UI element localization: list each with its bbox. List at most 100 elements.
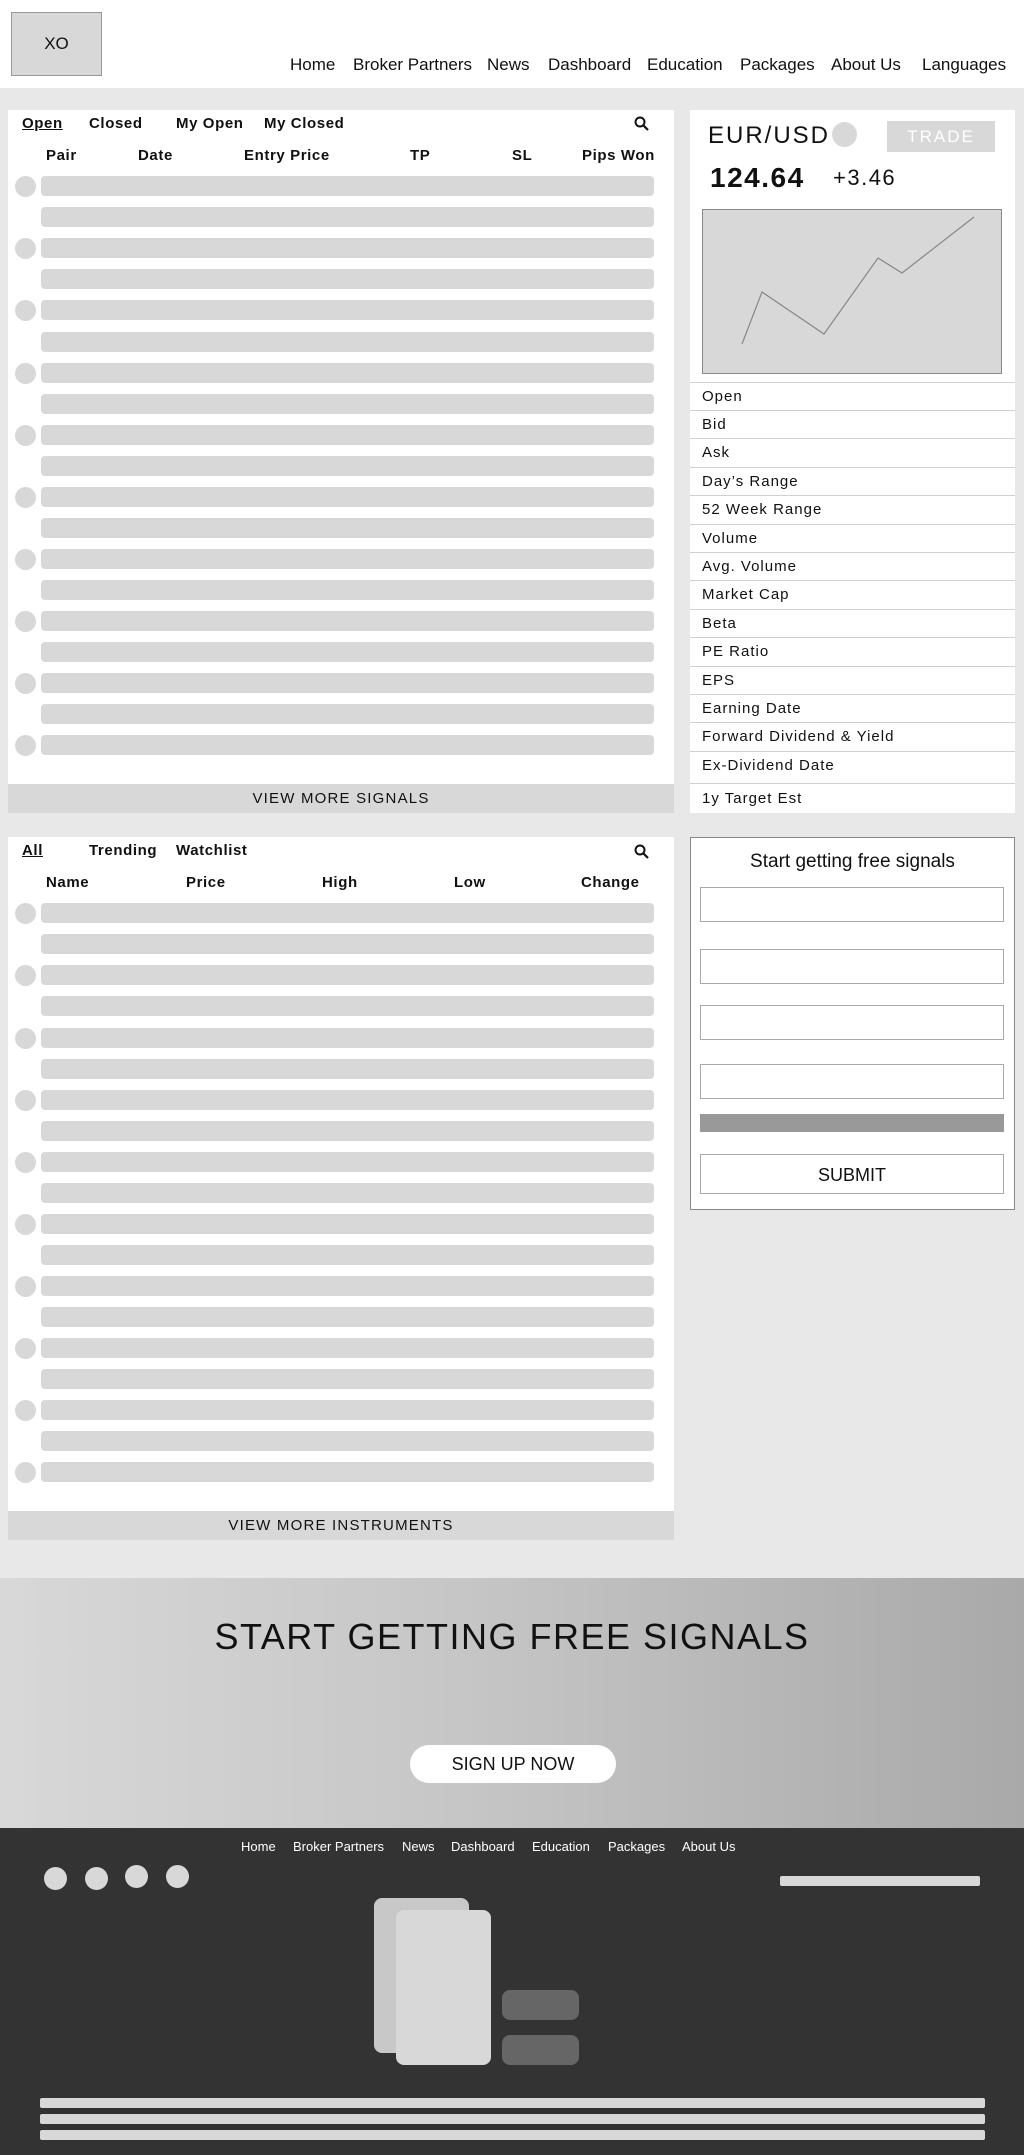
social-icon-4[interactable] bbox=[166, 1865, 189, 1888]
nav-broker-partners[interactable]: Broker Partners bbox=[353, 54, 472, 76]
tab-my-closed[interactable]: My Closed bbox=[264, 115, 344, 133]
table-row[interactable] bbox=[41, 996, 654, 1016]
table-row[interactable] bbox=[41, 1431, 654, 1451]
table-row[interactable] bbox=[41, 580, 654, 600]
form-captcha-bar[interactable] bbox=[700, 1114, 1004, 1132]
table-row[interactable] bbox=[41, 1400, 654, 1420]
social-icon-1[interactable] bbox=[44, 1867, 67, 1890]
nav-education[interactable]: Education bbox=[647, 54, 723, 76]
footer-legal-line bbox=[40, 2130, 985, 2140]
table-row[interactable] bbox=[41, 1214, 654, 1234]
table-row[interactable] bbox=[41, 1183, 654, 1203]
form-field-2[interactable] bbox=[700, 949, 1004, 984]
nav-about-us[interactable]: About Us bbox=[831, 54, 901, 76]
sign-up-now-button[interactable]: SIGN UP NOW bbox=[410, 1745, 616, 1783]
nav-languages[interactable]: Languages bbox=[922, 54, 1006, 76]
table-row[interactable] bbox=[41, 518, 654, 538]
table-row[interactable] bbox=[41, 1307, 654, 1327]
table-row[interactable] bbox=[41, 642, 654, 662]
app-phone-mockup-front bbox=[396, 1910, 491, 2065]
table-row[interactable] bbox=[41, 425, 654, 445]
table-row[interactable] bbox=[41, 934, 654, 954]
table-row[interactable] bbox=[41, 1059, 654, 1079]
search-icon[interactable] bbox=[634, 844, 649, 859]
row-avatar bbox=[15, 735, 36, 756]
footer-newsletter-bar[interactable] bbox=[780, 1876, 980, 1886]
footer-nav-broker-partners[interactable]: Broker Partners bbox=[293, 1839, 384, 1854]
play-store-badge[interactable] bbox=[502, 2035, 579, 2065]
table-row[interactable] bbox=[41, 704, 654, 724]
footer-nav-dashboard[interactable]: Dashboard bbox=[451, 1839, 515, 1854]
table-row[interactable] bbox=[41, 1276, 654, 1296]
form-title: Start getting free signals bbox=[750, 851, 955, 872]
stat-open: Open bbox=[690, 382, 1015, 410]
logo[interactable]: XO bbox=[11, 12, 102, 76]
tab-all[interactable]: All bbox=[22, 842, 43, 860]
footer-nav-home[interactable]: Home bbox=[241, 1839, 276, 1854]
table-row[interactable] bbox=[41, 1028, 654, 1048]
stat-earning-date: Earning Date bbox=[690, 694, 1015, 722]
stat-target-est: 1y Target Est bbox=[690, 783, 1015, 812]
tab-open[interactable]: Open bbox=[22, 115, 63, 133]
table-row[interactable] bbox=[41, 673, 654, 693]
table-row[interactable] bbox=[41, 611, 654, 631]
table-row[interactable] bbox=[41, 300, 654, 320]
footer-nav-education[interactable]: Education bbox=[532, 1839, 590, 1854]
table-row[interactable] bbox=[41, 332, 654, 352]
table-row[interactable] bbox=[41, 456, 654, 476]
social-icon-3[interactable] bbox=[125, 1865, 148, 1888]
table-row[interactable] bbox=[41, 1090, 654, 1110]
nav-dashboard[interactable]: Dashboard bbox=[548, 54, 631, 76]
table-row[interactable] bbox=[41, 394, 654, 414]
row-avatar bbox=[15, 487, 36, 508]
table-row[interactable] bbox=[41, 1462, 654, 1482]
row-avatar bbox=[15, 1400, 36, 1421]
table-row[interactable] bbox=[41, 549, 654, 569]
nav-packages[interactable]: Packages bbox=[740, 54, 815, 76]
tab-watchlist[interactable]: Watchlist bbox=[176, 842, 248, 860]
quote-symbol: EUR/USD bbox=[708, 122, 831, 149]
form-field-4[interactable] bbox=[700, 1064, 1004, 1099]
table-row[interactable] bbox=[41, 903, 654, 923]
nav-news[interactable]: News bbox=[487, 54, 530, 76]
footer-nav-packages[interactable]: Packages bbox=[608, 1839, 665, 1854]
table-row[interactable] bbox=[41, 965, 654, 985]
col-sl: SL bbox=[512, 147, 533, 164]
footer-nav-about-us[interactable]: About Us bbox=[682, 1839, 735, 1854]
table-row[interactable] bbox=[41, 1121, 654, 1141]
table-row[interactable] bbox=[41, 1152, 654, 1172]
cta-title: START GETTING FREE SIGNALS bbox=[214, 1616, 810, 1657]
table-row[interactable] bbox=[41, 735, 654, 755]
col-tp: TP bbox=[410, 147, 431, 164]
table-row[interactable] bbox=[41, 363, 654, 383]
nav-home[interactable]: Home bbox=[290, 54, 335, 76]
view-more-signals-button[interactable]: VIEW MORE SIGNALS bbox=[8, 784, 674, 813]
stat-avg-volume: Avg. Volume bbox=[690, 552, 1015, 580]
tab-trending[interactable]: Trending bbox=[89, 842, 157, 860]
table-row[interactable] bbox=[41, 269, 654, 289]
row-avatar bbox=[15, 1152, 36, 1173]
trade-button[interactable]: TRADE bbox=[887, 121, 995, 152]
app-store-badge[interactable] bbox=[502, 1990, 579, 2020]
table-row[interactable] bbox=[41, 207, 654, 227]
social-icon-2[interactable] bbox=[85, 1867, 108, 1890]
table-row[interactable] bbox=[41, 1245, 654, 1265]
view-more-instruments-button[interactable]: VIEW MORE INSTRUMENTS bbox=[8, 1511, 674, 1540]
stat-pe-ratio: PE Ratio bbox=[690, 637, 1015, 665]
stat-forward-dividend: Forward Dividend & Yield bbox=[690, 722, 1015, 750]
table-row[interactable] bbox=[41, 1338, 654, 1358]
table-row[interactable] bbox=[41, 238, 654, 258]
footer-nav-news[interactable]: News bbox=[402, 1839, 435, 1854]
tab-my-open[interactable]: My Open bbox=[176, 115, 244, 133]
col-high: High bbox=[322, 874, 358, 891]
table-row[interactable] bbox=[41, 487, 654, 507]
stat-eps: EPS bbox=[690, 666, 1015, 694]
submit-button[interactable]: SUBMIT bbox=[700, 1154, 1004, 1194]
stat-ask: Ask bbox=[690, 438, 1015, 466]
search-icon[interactable] bbox=[634, 116, 649, 131]
table-row[interactable] bbox=[41, 1369, 654, 1389]
form-field-1[interactable] bbox=[700, 887, 1004, 922]
tab-closed[interactable]: Closed bbox=[89, 115, 143, 133]
form-field-3[interactable] bbox=[700, 1005, 1004, 1040]
table-row[interactable] bbox=[41, 176, 654, 196]
